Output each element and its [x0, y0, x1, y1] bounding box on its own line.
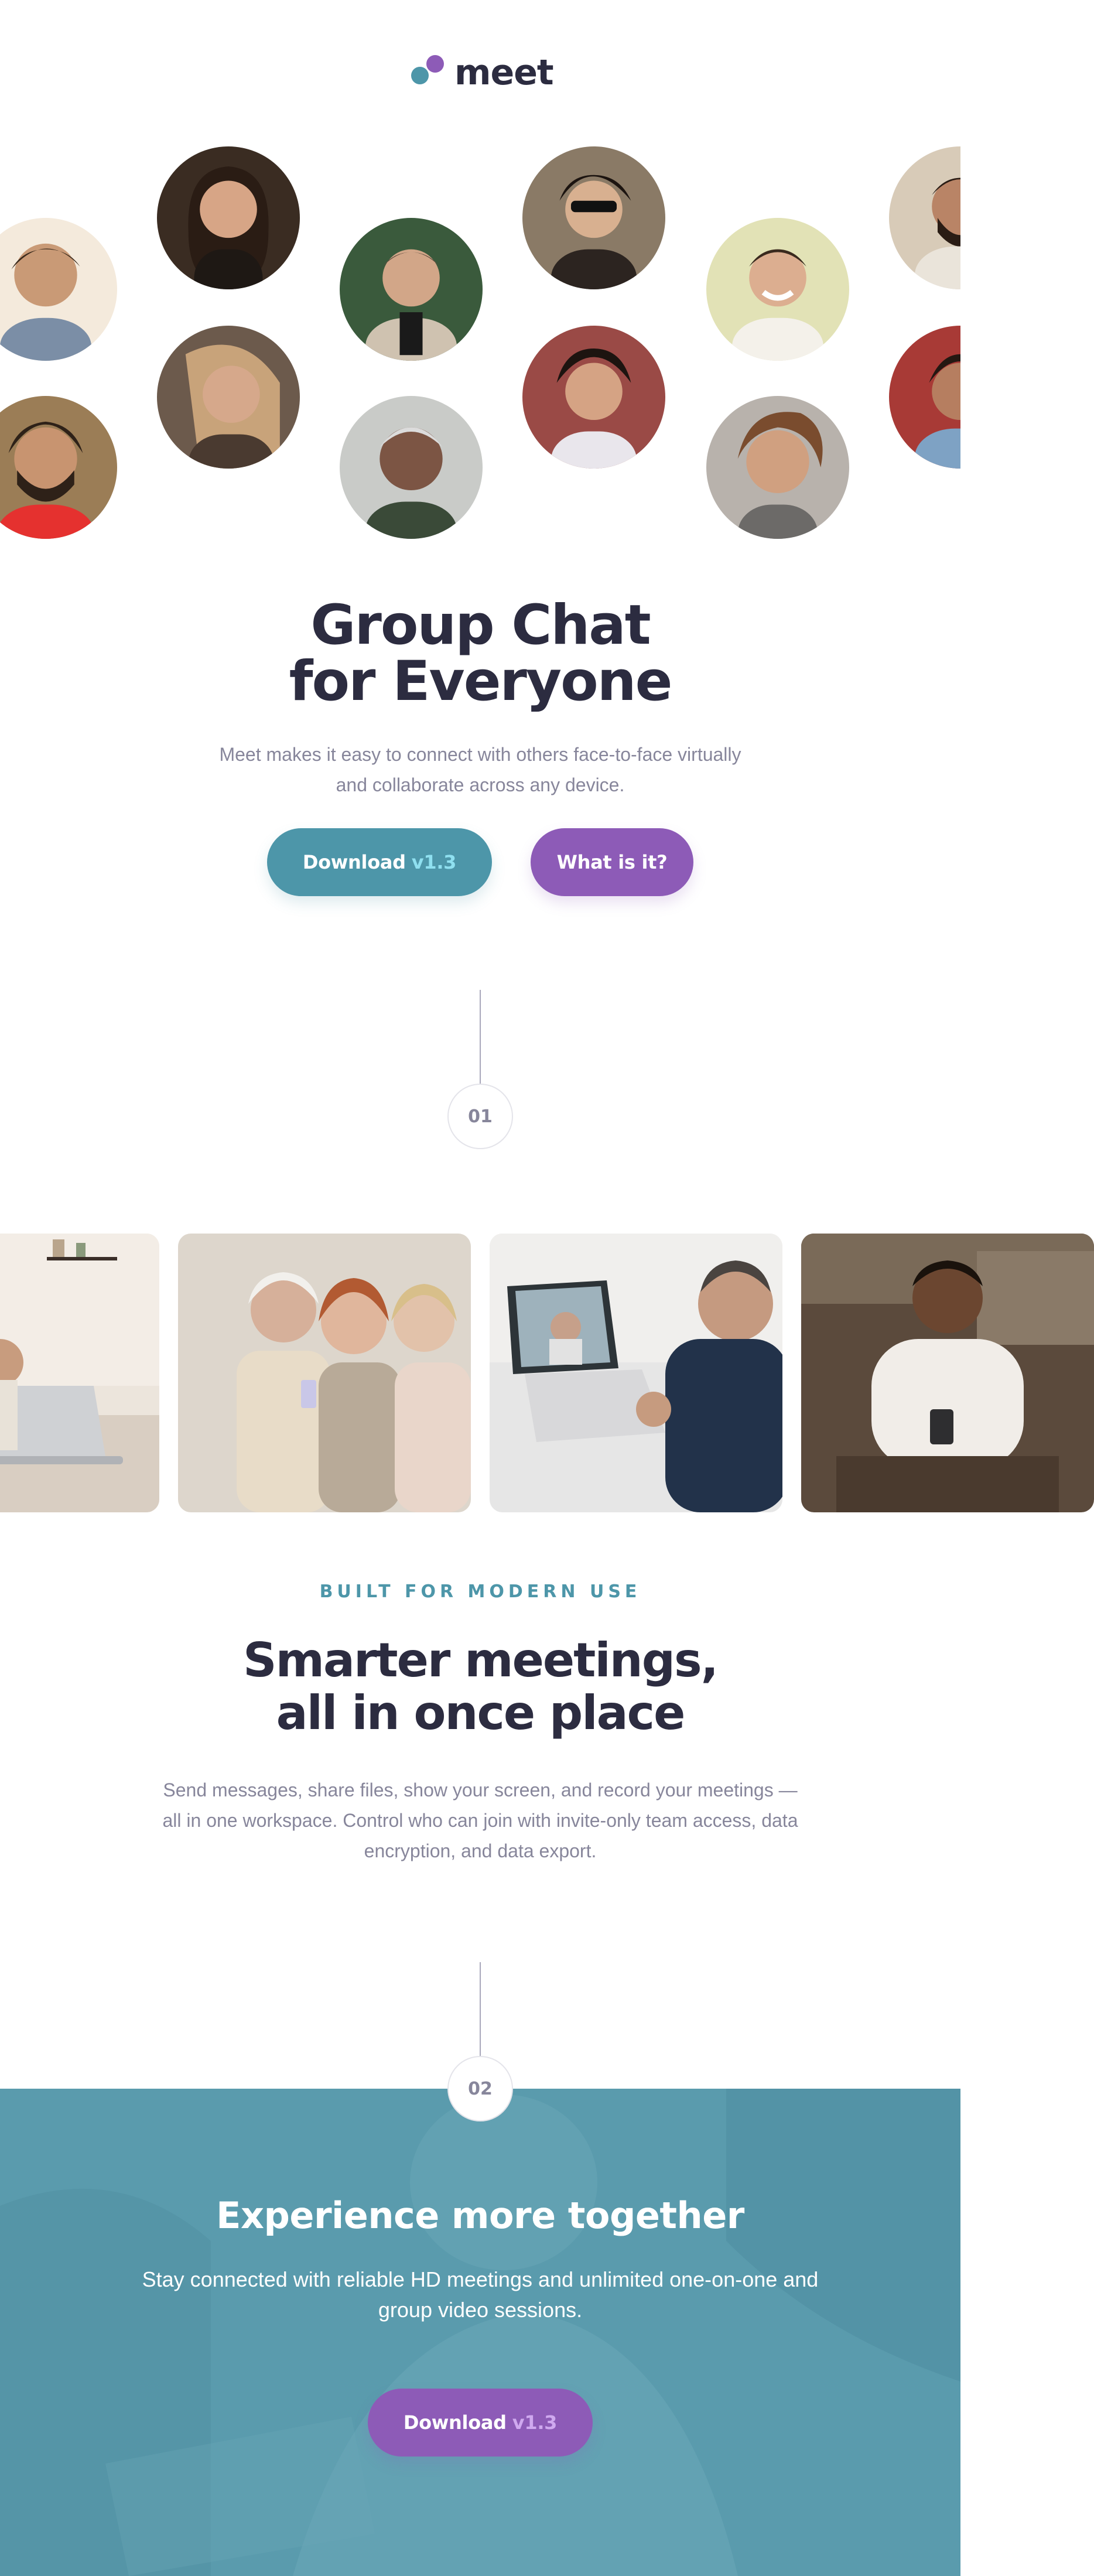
- cta-download-button[interactable]: Download v1.3: [368, 2389, 593, 2457]
- cta-download-version: v1.3: [512, 2411, 558, 2434]
- hero-title-line1: Group Chat: [310, 593, 651, 657]
- step-connector-line: [480, 990, 481, 1086]
- photo-man-smartphone: [801, 1234, 1094, 1512]
- person-avatar: [0, 396, 117, 539]
- step-02-number: 02: [468, 2078, 493, 2099]
- what-is-it-button[interactable]: What is it?: [531, 828, 693, 896]
- features-title: Smarter meetings, all in once place: [0, 1634, 960, 1740]
- step-01-number: 01: [468, 1106, 493, 1127]
- section-eyebrow: BUILT FOR MODERN USE: [319, 1581, 641, 1602]
- person-avatar: [706, 396, 849, 539]
- features-title-line1: Smarter meetings,: [243, 1633, 719, 1687]
- person-avatar: [0, 218, 117, 361]
- person-avatar: [889, 326, 960, 469]
- hero-download-button[interactable]: Download v1.3: [267, 828, 492, 896]
- person-avatar: [340, 218, 483, 361]
- download-label: Download: [302, 851, 406, 873]
- person-avatar: [157, 146, 300, 289]
- what-is-it-label: What is it?: [556, 851, 668, 873]
- step-02-badge: 02: [447, 2056, 513, 2121]
- features-body: Send messages, share files, show your sc…: [162, 1779, 798, 1861]
- cta-background-image: [0, 2089, 960, 2576]
- download-version: v1.3: [411, 851, 457, 873]
- cta-download-label: Download: [403, 2411, 507, 2434]
- person-avatar: [706, 218, 849, 361]
- avatar-grid: [0, 0, 960, 551]
- person-avatar: [340, 396, 483, 539]
- photo-laptop-kitchen: [0, 1234, 159, 1512]
- cta-body: Stay connected with reliable HD meetings…: [142, 2267, 819, 2322]
- photo-three-women-phone: [178, 1234, 471, 1512]
- photo-video-call-man: [490, 1234, 782, 1512]
- person-avatar: [889, 146, 960, 289]
- person-avatar: [522, 326, 665, 469]
- person-avatar: [522, 146, 665, 289]
- cta-section: Experience more together Stay connected …: [0, 2089, 960, 2576]
- hero-title: Group Chat for Everyone: [0, 597, 960, 710]
- step-01-badge: 01: [447, 1084, 513, 1149]
- step-connector-line: [480, 1962, 481, 2058]
- person-avatar: [157, 326, 300, 469]
- features-title-line2: all in once place: [276, 1686, 686, 1740]
- hero-subtitle: Meet makes it easy to connect with other…: [219, 744, 741, 795]
- cta-title: Experience more together: [216, 2194, 744, 2237]
- hero-title-line2: for Everyone: [289, 650, 673, 713]
